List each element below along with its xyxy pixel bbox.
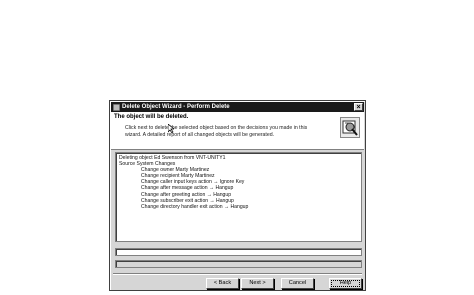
window-title: Delete Object Wizard - Perform Delete bbox=[122, 104, 230, 110]
header-heading: The object will be deleted. bbox=[114, 114, 189, 120]
wizard-delete-icon bbox=[340, 117, 360, 138]
log-line: Change directory handler exit action → H… bbox=[141, 203, 249, 210]
button-separator bbox=[113, 273, 362, 275]
header-description: Click next to delete the selected object… bbox=[125, 125, 308, 138]
change-log-textarea[interactable]: Deleting object Ed Swenson from VNT-UNIT… bbox=[115, 152, 362, 242]
wizard-header: The object will be deleted. Click next t… bbox=[111, 112, 364, 150]
close-button[interactable]: × bbox=[354, 103, 363, 111]
app-icon bbox=[113, 103, 120, 111]
delete-object-wizard-window: Delete Object Wizard - Perform Delete × … bbox=[109, 100, 366, 291]
back-button[interactable]: < Back bbox=[206, 278, 239, 289]
progress-bar bbox=[115, 260, 362, 268]
title-bar[interactable]: Delete Object Wizard - Perform Delete × bbox=[111, 102, 364, 112]
help-button[interactable]: Help bbox=[329, 278, 362, 289]
next-button[interactable]: Next > bbox=[241, 278, 274, 289]
status-field bbox=[115, 248, 362, 256]
cancel-button[interactable]: Cancel bbox=[281, 278, 314, 289]
mouse-cursor-icon bbox=[168, 124, 174, 133]
